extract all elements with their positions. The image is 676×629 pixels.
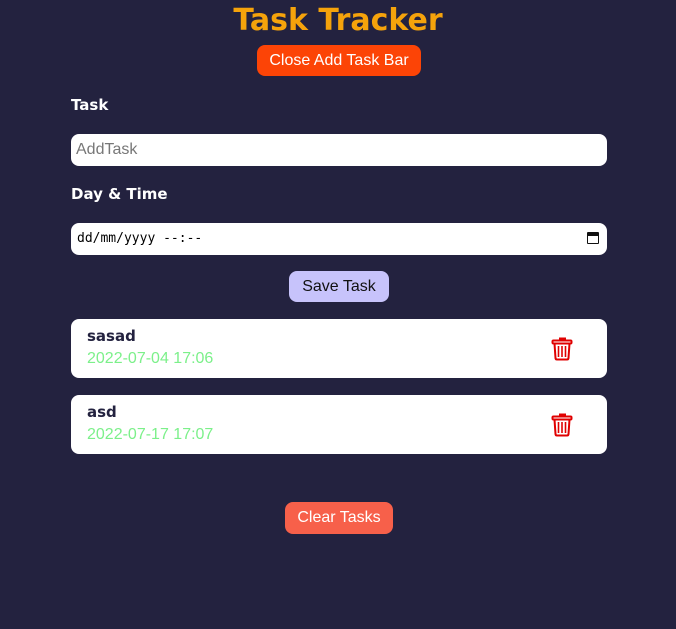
clear-tasks-button[interactable]: Clear Tasks [285, 502, 393, 534]
task-input[interactable] [71, 134, 607, 166]
page-title: Task Tracker [233, 3, 443, 38]
task-datetime: 2022-07-17 17:07 [87, 426, 214, 443]
calendar-icon[interactable] [587, 232, 599, 244]
day-time-value: dd/mm/yyyy --:-- [77, 231, 203, 246]
task-item[interactable]: asd 2022-07-17 17:07 [71, 395, 607, 454]
task-label: Task [71, 96, 109, 114]
trash-icon[interactable] [551, 337, 573, 361]
save-task-button[interactable]: Save Task [289, 271, 389, 302]
task-name: asd [87, 403, 117, 421]
task-item[interactable]: sasad 2022-07-04 17:06 [71, 319, 607, 378]
task-name: sasad [87, 327, 136, 345]
trash-icon[interactable] [551, 413, 573, 437]
close-add-task-bar-button[interactable]: Close Add Task Bar [257, 45, 421, 76]
day-time-label: Day & Time [71, 185, 168, 203]
day-time-input[interactable]: dd/mm/yyyy --:-- [71, 223, 607, 255]
task-datetime: 2022-07-04 17:06 [87, 350, 214, 367]
